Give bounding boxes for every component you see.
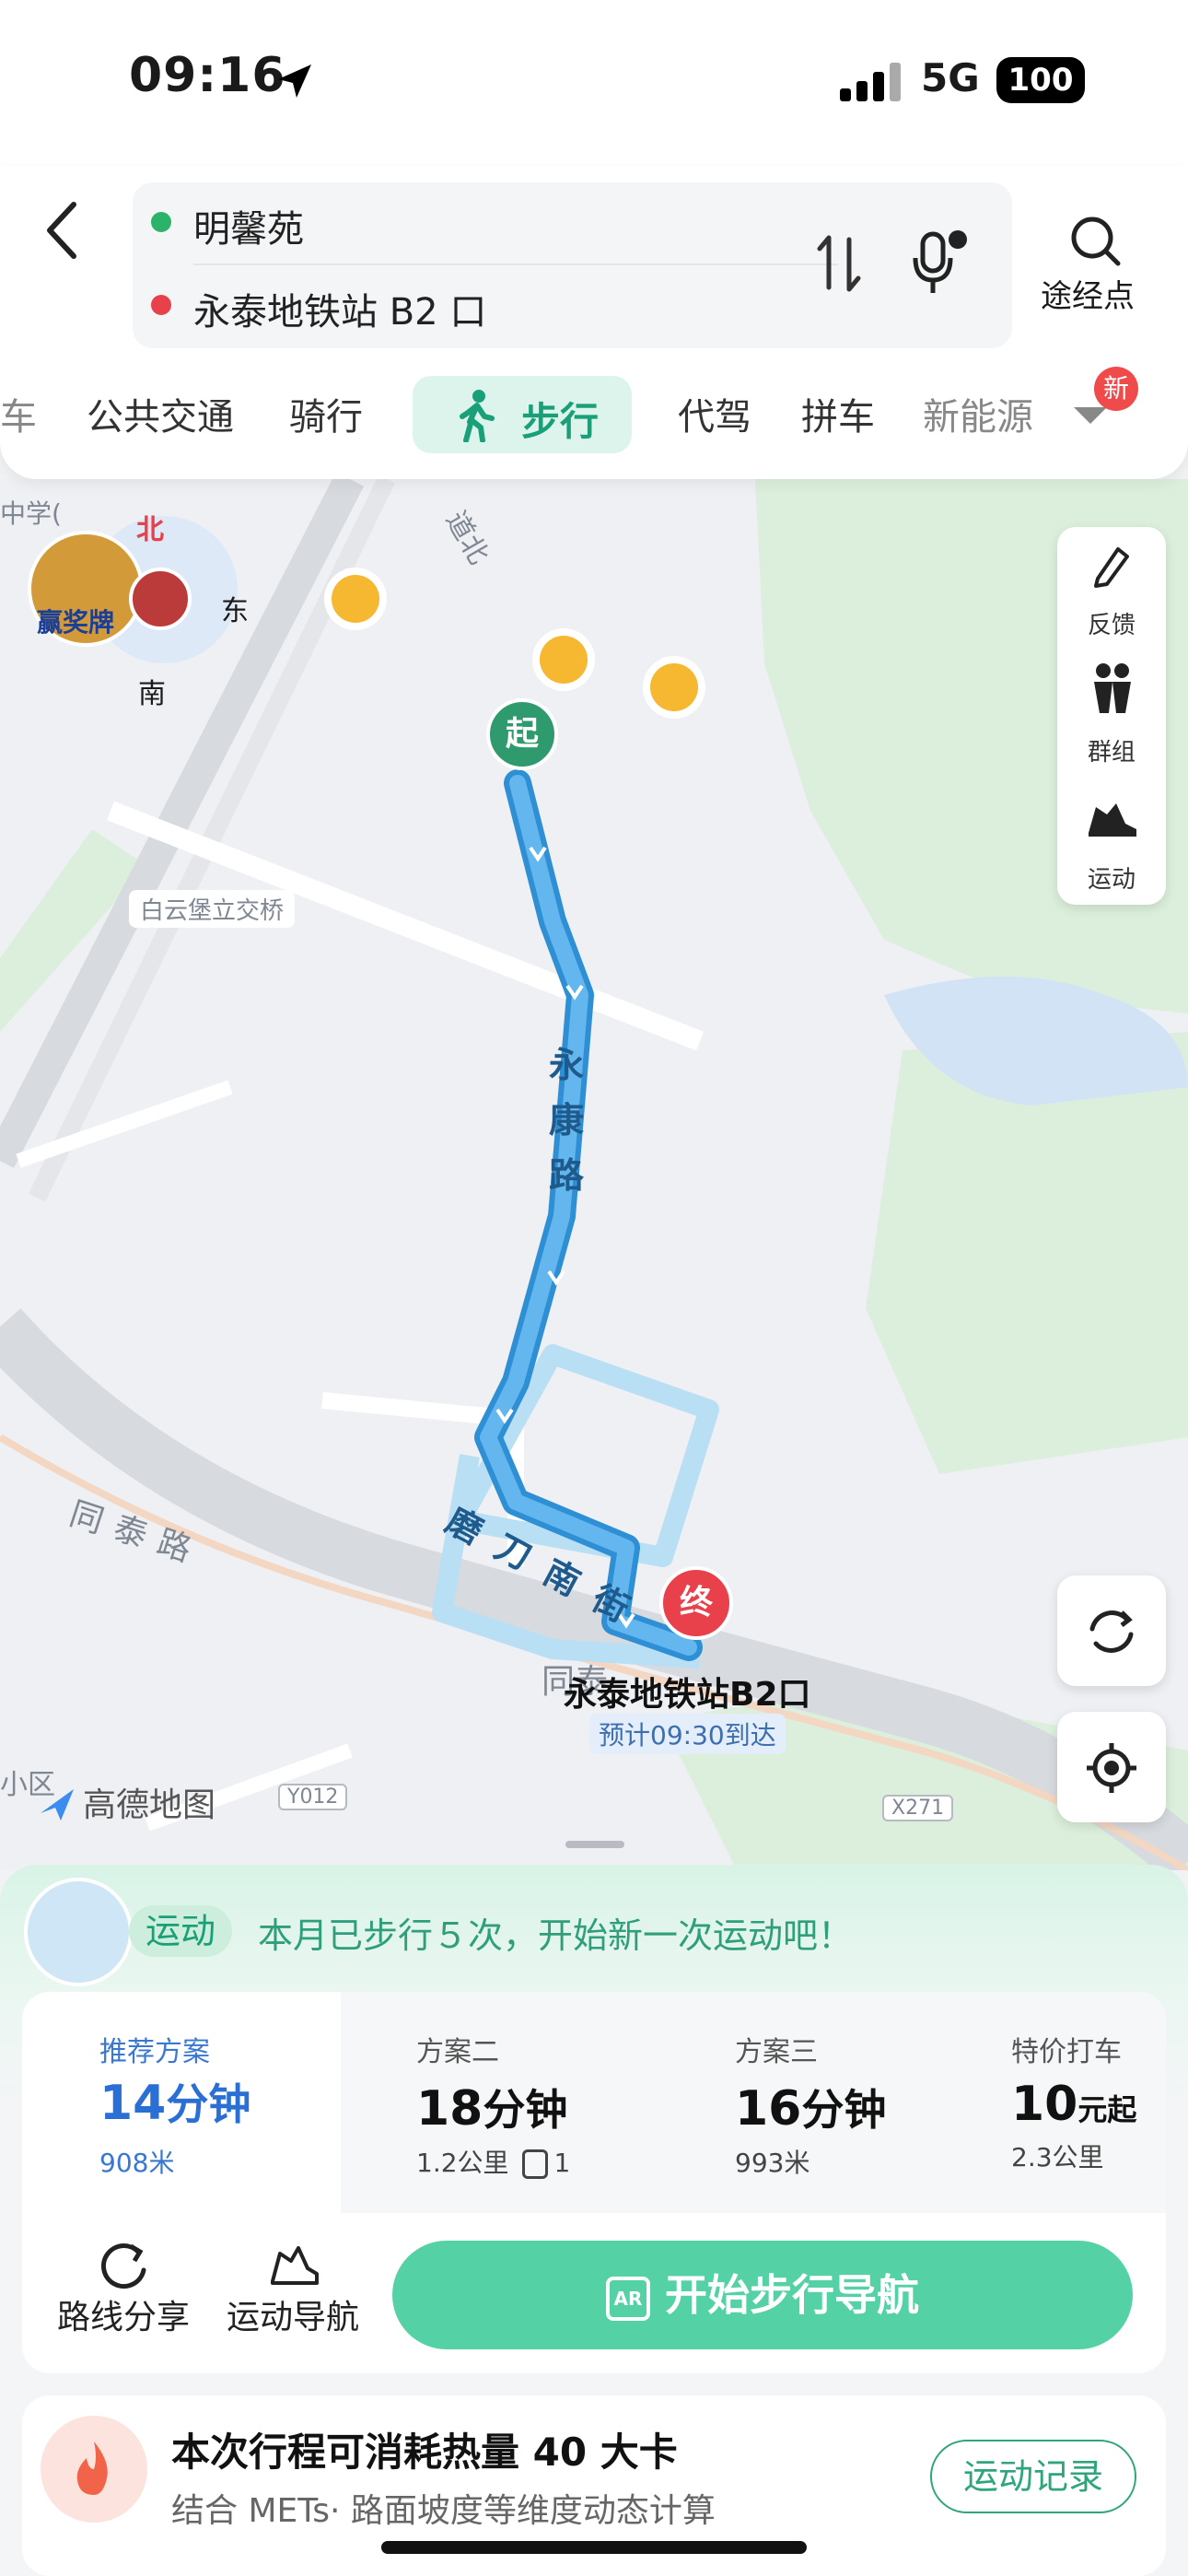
tab-car[interactable]: 车: [0, 387, 37, 440]
plan-option-3[interactable]: 方案三 16分钟 993米: [735, 2029, 886, 2180]
plan-time: 18分钟: [416, 2081, 568, 2137]
ar-icon: AR: [606, 2276, 650, 2321]
sport-avatar: [24, 1878, 133, 1986]
walking-icon: [460, 390, 495, 442]
plan-time: 14分钟: [99, 2076, 251, 2131]
plan-distance: 1.2公里 1: [416, 2148, 571, 2179]
end-marker[interactable]: 终: [659, 1566, 733, 1640]
sport-tag: 运动: [129, 1905, 232, 1957]
shoe-icon: [1089, 803, 1136, 837]
refresh-route-button[interactable]: [1057, 1575, 1166, 1686]
road-label-bridge: 白云堡立交桥: [129, 890, 296, 928]
plan-title: 特价打车: [1011, 2036, 1122, 2068]
origin-dot: [151, 212, 171, 232]
sport-record-button[interactable]: 运动记录: [930, 2440, 1136, 2513]
refresh-icon: [1089, 1610, 1134, 1653]
road-label-yongkang: 永康路: [549, 1045, 585, 1196]
tab-walking[interactable]: 步行: [413, 376, 632, 453]
sport-nav-button[interactable]: 运动导航: [219, 2241, 367, 2338]
sport-button[interactable]: 运动: [1057, 861, 1166, 895]
route-share-button[interactable]: 路线分享: [50, 2241, 197, 2338]
medal-label: 赢奖牌: [37, 607, 115, 638]
tab-new-energy[interactable]: 新能源: [923, 387, 1033, 440]
plan-recommended[interactable]: 推荐方案 14分钟 908米: [22, 1992, 341, 2213]
destination-dot: [151, 295, 171, 315]
home-indicator[interactable]: [381, 2541, 807, 2554]
sport-shoe-icon: [271, 2246, 319, 2285]
road-tag-y012: Y012: [278, 1784, 348, 1810]
locate-icon: [1087, 1743, 1136, 1793]
signal-icon: [840, 63, 901, 101]
map-brand: 高德地图: [83, 1786, 216, 1824]
battery-indicator: 100: [996, 57, 1085, 103]
voice-input-icon[interactable]: [912, 228, 969, 299]
destination-field[interactable]: 永泰地铁站 B2 口: [193, 282, 486, 335]
eta-label: 预计09:30到达: [589, 1714, 786, 1754]
origin-field[interactable]: 明馨苑: [193, 199, 304, 252]
route-share-label: 路线分享: [56, 2299, 190, 2336]
calorie-title: 本次行程可消耗热量 40 大卡: [171, 2430, 678, 2475]
back-icon[interactable]: [41, 197, 87, 263]
share-icon: [100, 2243, 146, 2289]
plan-option-taxi[interactable]: 特价打车 10元起 2.3公里: [1011, 2029, 1136, 2174]
user-avatar[interactable]: [129, 568, 192, 630]
road-tag-x271: X271: [882, 1795, 954, 1821]
map-side-panel: 反馈 群组 运动: [1057, 527, 1166, 905]
sport-message[interactable]: 本月已步行５次，开始新一次运动吧！: [258, 1907, 853, 1958]
network-type: 5G: [921, 55, 980, 100]
status-time: 09:16: [129, 48, 286, 103]
plan-time: 16分钟: [735, 2081, 887, 2137]
plan-option-2[interactable]: 方案二 18分钟 1.2公里 1: [416, 2029, 570, 2180]
tab-public-transit[interactable]: 公共交通: [87, 387, 234, 440]
waypoint-button[interactable]: 途经点: [1041, 271, 1135, 316]
route-address-box: 明馨苑 永泰地铁站 B2 口: [133, 182, 1012, 348]
calorie-subtitle: 结合 METs· 路面坡度等维度动态计算: [171, 2492, 716, 2530]
new-badge: 新: [1094, 367, 1138, 411]
search-icon[interactable]: [1068, 214, 1124, 271]
drag-handle[interactable]: [565, 1841, 624, 1848]
plan-title: 方案三: [735, 2036, 818, 2068]
plan-distance: 993米: [735, 2148, 810, 2178]
compass-north: 北: [136, 514, 164, 546]
plan-title: 推荐方案: [99, 2036, 210, 2068]
plan-title: 方案二: [416, 2036, 499, 2068]
tab-carpool[interactable]: 拼车: [801, 387, 875, 440]
start-marker[interactable]: 起: [486, 698, 558, 770]
start-walking-nav-label: 开始步行导航: [665, 2270, 919, 2320]
address-divider: [193, 263, 838, 265]
flame-icon: [41, 2416, 147, 2523]
group-button[interactable]: 群组: [1057, 733, 1166, 767]
location-arrow-icon: [278, 64, 311, 98]
group-icon: [1094, 663, 1131, 713]
swap-icon[interactable]: [814, 230, 864, 297]
pencil-icon: [1094, 547, 1129, 588]
plan-distance: 908米: [99, 2148, 175, 2178]
map-view[interactable]: 赢奖牌 北 东 南 中学( 道北 白云堡立交桥 永康路 磨刀南街 同泰路 同泰 …: [0, 479, 1188, 1870]
road-label-school: 中学(: [0, 498, 62, 529]
crossing-icon: [522, 2149, 549, 2179]
travel-mode-tabs: 车 公共交通 骑行 步行 代驾 拼车 新能源: [0, 370, 1188, 463]
tab-cycling[interactable]: 骑行: [289, 387, 363, 440]
plan-time: 10元起: [1011, 2077, 1137, 2132]
plan-distance: 2.3公里: [1011, 2142, 1104, 2172]
sport-nav-label: 运动导航: [226, 2299, 359, 2336]
tab-walking-label: 步行: [521, 399, 600, 444]
compass-east: 东: [221, 595, 249, 627]
locate-button[interactable]: [1057, 1712, 1166, 1822]
feedback-button[interactable]: 反馈: [1057, 606, 1166, 640]
tab-chauffeur[interactable]: 代驾: [678, 387, 751, 440]
amap-logo-icon: [41, 1789, 74, 1821]
end-name: 永泰地铁站B2口: [564, 1676, 811, 1714]
compass-south: 南: [138, 678, 166, 710]
start-walking-nav-button[interactable]: AR 开始步行导航: [392, 2241, 1133, 2349]
